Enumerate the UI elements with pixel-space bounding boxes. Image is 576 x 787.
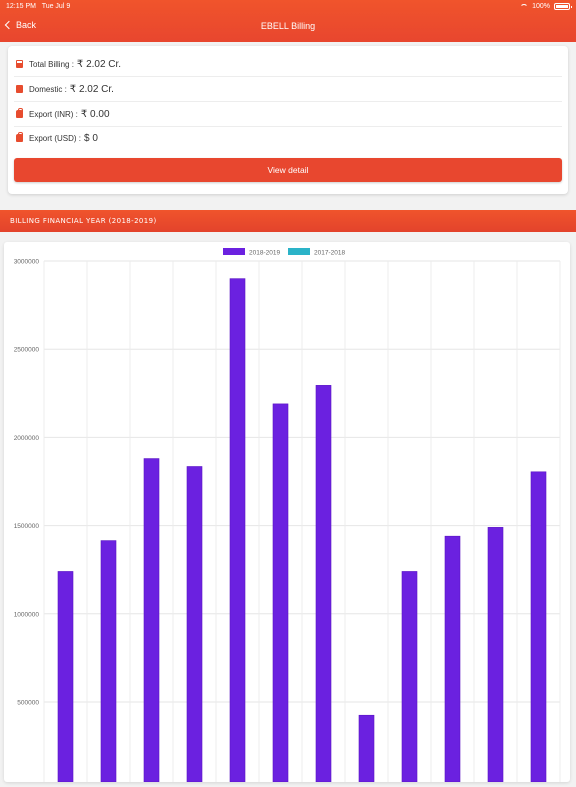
- summary-value: $ 0: [84, 132, 98, 144]
- billing-chart-card: 3000000 2500000 2000000 1500000 1000000 50000…: [4, 242, 570, 783]
- legend-swatch: [288, 248, 310, 255]
- bar: [444, 535, 461, 783]
- bag-icon: [16, 132, 23, 142]
- status-right: 100%: [520, 3, 572, 10]
- calculator-icon: [16, 60, 23, 68]
- wifi-icon: [520, 3, 529, 10]
- summary-value: ₹ 0.00: [80, 108, 110, 120]
- summary-row-export-inr: Export (INR) : ₹ 0.00: [14, 102, 562, 127]
- y-tick-label: 2500000: [14, 347, 40, 354]
- bag-icon: [16, 108, 23, 118]
- bar: [143, 458, 160, 783]
- summary-label: Total Billing :: [29, 59, 74, 69]
- book-icon: [16, 85, 23, 93]
- legend-label: 2017-2018: [314, 250, 345, 257]
- y-tick-label: 500000: [17, 700, 39, 707]
- bar: [358, 714, 375, 783]
- summary-label: Export (USD) :: [29, 133, 82, 143]
- page-title: EBELL Billing: [260, 21, 316, 31]
- bar: [57, 571, 74, 783]
- battery-percent: 100%: [532, 3, 550, 10]
- summary-row-total: Total Billing : ₹ 2.02 Cr.: [14, 52, 562, 77]
- status-bar: 12:15 PM Tue Jul 9 100%: [0, 0, 576, 14]
- billing-bar-chart: 3000000 2500000 2000000 1500000 1000000 50000…: [14, 248, 561, 783]
- billing-summary-card: Total Billing : ₹ 2.02 Cr. Domestic : ₹ …: [8, 46, 568, 194]
- summary-value: ₹ 2.02 Cr.: [76, 58, 122, 70]
- view-detail-button[interactable]: View detail: [14, 158, 562, 182]
- navigation-bar: 12:15 PM Tue Jul 9 100% Back EBELL Billi…: [0, 0, 576, 42]
- summary-label: Domestic :: [29, 84, 67, 94]
- bar: [530, 471, 547, 783]
- status-time-date: 12:15 PM Tue Jul 9: [6, 3, 70, 10]
- y-tick-label: 3000000: [14, 259, 40, 266]
- summary-row-export-usd: Export (USD) : $ 0: [14, 126, 562, 150]
- legend-swatch: [223, 248, 245, 255]
- legend-label: 2018-2019: [249, 250, 280, 257]
- section-header: BILLING FINANCIAL YEAR (2018-2019): [0, 210, 576, 232]
- battery-icon: [554, 3, 572, 10]
- y-tick-label: 1500000: [14, 523, 40, 530]
- bar: [315, 385, 332, 783]
- summary-label: Export (INR) :: [29, 109, 78, 119]
- y-tick-label: 2000000: [14, 435, 40, 442]
- y-tick-label: 1000000: [14, 611, 40, 618]
- summary-value: ₹ 2.02 Cr.: [69, 83, 114, 95]
- bar: [272, 403, 289, 783]
- status-date: Tue Jul 9: [41, 3, 71, 10]
- bar: [229, 278, 246, 783]
- bar: [186, 466, 203, 783]
- bar: [401, 571, 418, 783]
- status-time: 12:15 PM: [6, 3, 36, 10]
- bar: [487, 527, 504, 783]
- bar: [100, 540, 117, 783]
- summary-row-domestic: Domestic : ₹ 2.02 Cr.: [14, 77, 562, 102]
